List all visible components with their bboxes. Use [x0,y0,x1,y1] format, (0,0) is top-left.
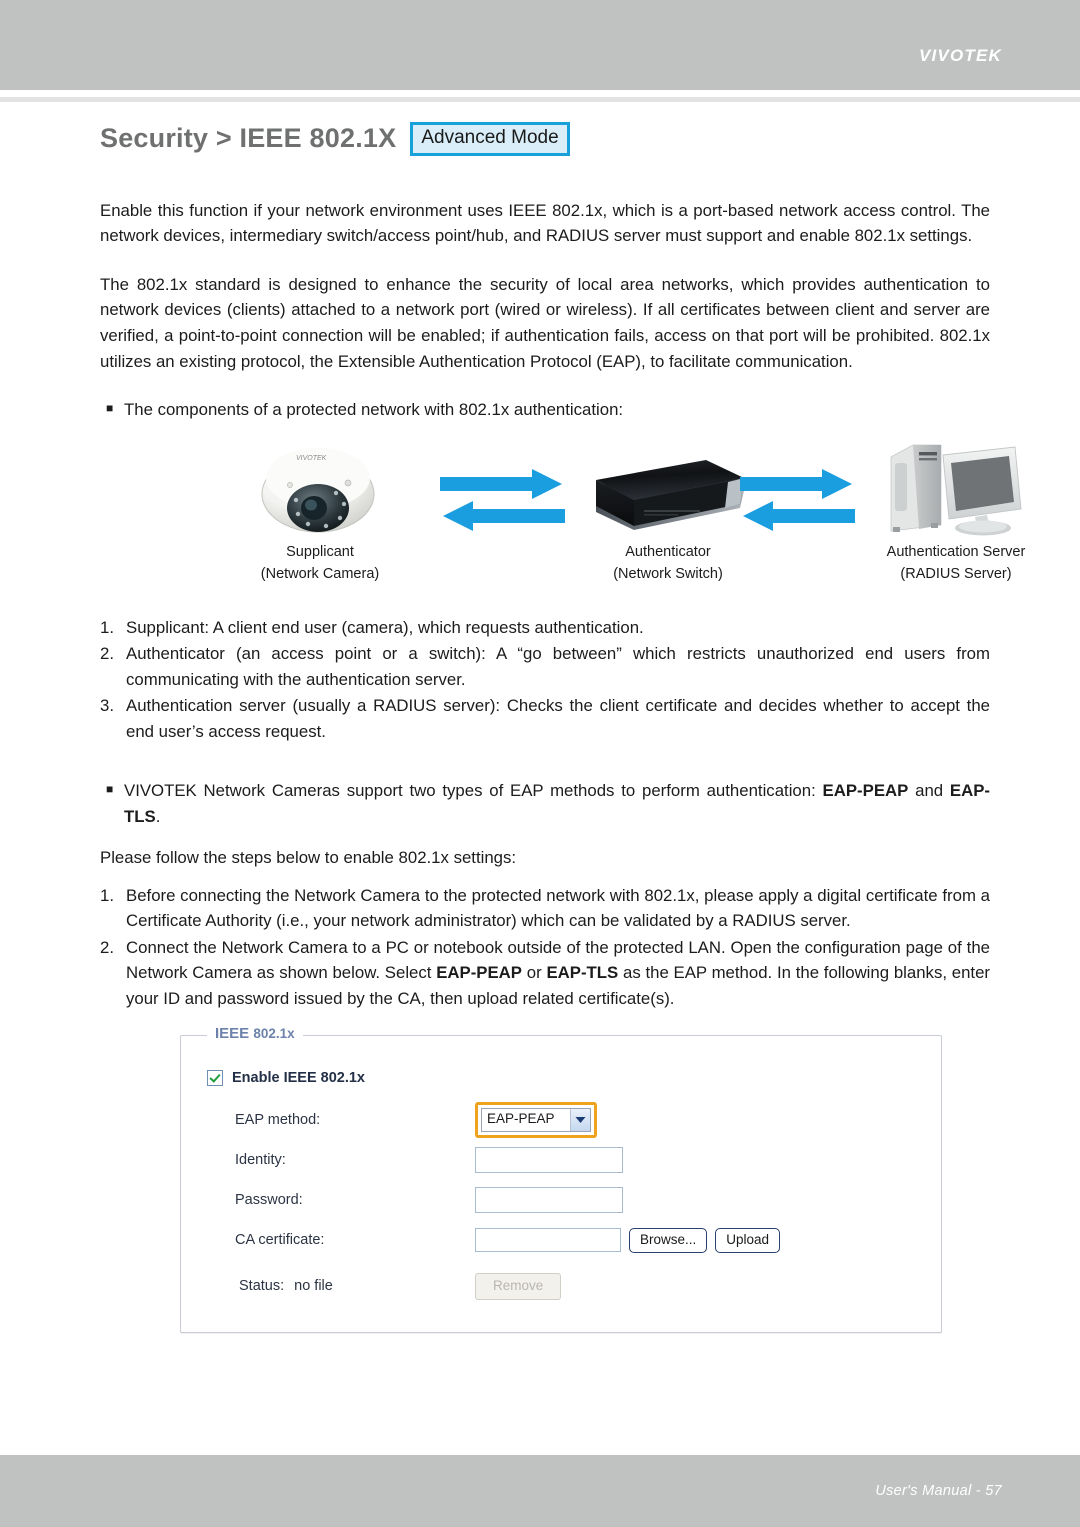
status-label: Status: [239,1278,285,1295]
identity-control [475,1147,623,1174]
dome-camera-icon: VIVOTEK [220,433,420,538]
chevron-down-icon[interactable] [570,1109,590,1132]
status-control: Remove [475,1273,562,1300]
ca-certificate-label: CA certificate: [235,1232,325,1249]
legend-version: 802.1x [253,1026,295,1042]
title-row: Security > IEEE 802.1X Advanced Mode [100,122,990,156]
list-item-number: 1. [100,617,114,637]
diagram-node-device: (Network Camera) [260,565,380,582]
step2-eap-peap-bold: EAP-PEAP [436,963,522,983]
eap-methods-bullet-text: VIVOTEK Network Cameras support two type… [124,778,990,829]
diagram-node-role: Authentication Server [886,543,1026,560]
svg-text:VIVOTEK: VIVOTEK [296,455,327,462]
identity-label: Identity: [235,1152,286,1169]
components-bullet-text: The components of a protected network wi… [124,400,624,420]
identity-row: Identity: [207,1140,941,1180]
footer-manual-page: User's Manual - 57 [875,1483,1002,1499]
eap-method-control: EAP-PEAP [475,1102,597,1139]
diagram-node-device: (RADIUS Server) [900,565,1012,582]
eap-method-row: EAP method: EAP-PEAP [207,1100,941,1140]
password-input[interactable] [475,1187,623,1214]
status-label-group: Status: no file [207,1278,475,1294]
upload-button[interactable]: Upload [715,1228,781,1253]
arrow-pair-camera-switch [440,457,565,537]
status-value: no file [294,1278,333,1295]
page-footer-band: User's Manual - 57 [0,1455,1080,1527]
fieldset-legend: IEEE 802.1x [207,1025,303,1043]
diagram-node-role: Supplicant [286,543,354,560]
list-item-number: 2. [100,937,114,957]
advanced-mode-badge[interactable]: Advanced Mode [410,122,570,156]
list-item-text: Connect the Network Camera to a PC or no… [126,935,990,1012]
intro-paragraph: Enable this function if your network env… [100,200,990,246]
browse-button[interactable]: Browse... [629,1228,708,1253]
step2-eap-tls-bold: EAP-TLS [546,963,619,983]
password-row: Password: [207,1180,941,1220]
steps-numbered-list: 1. Before connecting the Network Camera … [100,883,990,1012]
list-item: 2. Connect the Network Camera to a PC or… [100,935,990,1012]
page-header-band: VIVOTEK [0,0,1080,90]
eap-peap-bold: EAP-PEAP [822,781,909,801]
list-item-text: Authentication server (usually a RADIUS … [126,696,990,741]
components-bullet: ■ The components of a protected network … [106,397,990,423]
list-item-text: Supplicant: A client end user (camera), … [126,617,644,637]
page-content: Security > IEEE 802.1X Advanced Mode Ena… [100,122,1025,1334]
remove-button[interactable]: Remove [475,1273,562,1300]
list-item-number: 1. [100,885,114,905]
diagram-node-auth-server: Authentication Server (RADIUS Server) [840,433,1072,585]
standard-paragraph: The 802.1x standard is designed to enhan… [100,274,990,371]
ieee8021x-fieldset: IEEE 802.1x Enable IEEE 802.1x EAP metho… [180,1025,942,1334]
password-label: Password: [235,1192,303,1209]
enable-ieee8021x-checkbox[interactable] [207,1070,223,1087]
ieee8021x-settings-screenshot: IEEE 802.1x Enable IEEE 802.1x EAP metho… [180,1025,942,1334]
auth-components-diagram: VIVOTEK Supplicant (Network Camera) Auth… [100,433,1025,603]
diagram-node-role: Authenticator [625,543,711,560]
diagram-node-supplicant: VIVOTEK Supplicant (Network Camera) [220,433,420,585]
status-row: Status: no file Remove [207,1266,941,1306]
eap-method-label: EAP method: [235,1112,321,1129]
list-item-number: 2. [100,644,114,664]
enable-ieee8021x-label: Enable IEEE 802.1x [232,1070,365,1087]
eap-method-select[interactable]: EAP-PEAP [481,1108,591,1133]
identity-input[interactable] [475,1147,623,1174]
steps-intro-paragraph: Please follow the steps below to enable … [100,848,517,868]
ca-certificate-row: CA certificate: Browse... Upload [207,1220,941,1260]
step2-part-c: or [522,963,547,983]
legend-main: IEEE [215,1025,254,1043]
list-item-text: Before connecting the Network Camera to … [126,885,990,931]
components-numbered-list: 1. Supplicant: A client end user (camera… [100,615,990,745]
eap-methods-bullet: ■ VIVOTEK Network Cameras support two ty… [106,778,990,829]
arrow-pair-switch-server [740,457,855,537]
diagram-node-device: (Network Switch) [613,565,723,582]
eap-bullet-mid: and [908,781,950,801]
list-item: 1. Before connecting the Network Camera … [100,883,990,934]
eap-method-highlight-box: EAP-PEAP [475,1102,597,1139]
list-item-text: Authenticator (an access point or a swit… [126,644,990,689]
square-bullet-icon: ■ [106,782,114,797]
square-bullet-icon: ■ [106,401,114,416]
enable-ieee8021x-row[interactable]: Enable IEEE 802.1x [207,1070,941,1087]
ca-certificate-input[interactable] [475,1228,621,1253]
header-divider-rule [0,97,1080,102]
list-item-number: 3. [100,696,114,716]
server-pc-icon [840,433,1072,538]
eap-bullet-lead: VIVOTEK Network Cameras support two type… [124,781,823,801]
vivotek-logo: VIVOTEK [918,46,1002,65]
password-control [475,1187,623,1214]
page-title: Security > IEEE 802.1X [100,123,397,154]
ca-certificate-control: Browse... Upload [475,1228,781,1253]
list-item: 2. Authenticator (an access point or a s… [100,641,990,692]
list-item: 3. Authentication server (usually a RADI… [100,693,990,744]
eap-bullet-tail: . [155,806,161,826]
eap-method-selected-value: EAP-PEAP [487,1111,555,1127]
list-item: 1. Supplicant: A client end user (camera… [100,615,990,641]
